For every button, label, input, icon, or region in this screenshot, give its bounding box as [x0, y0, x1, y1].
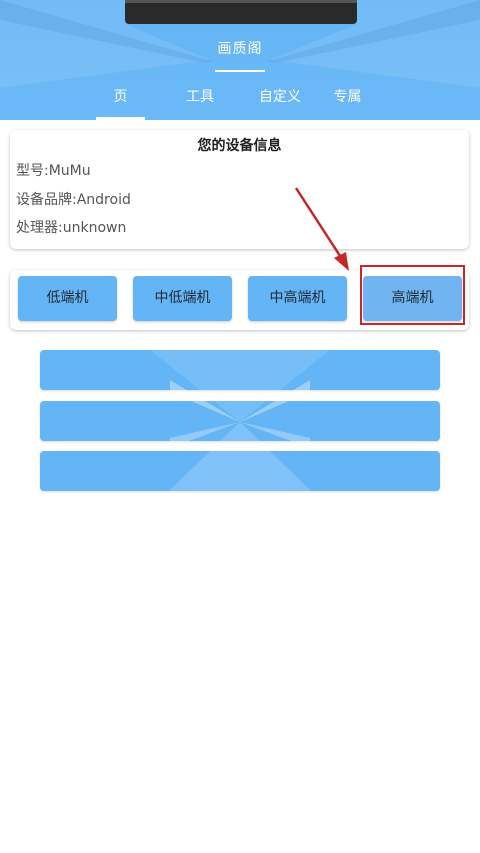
- notch-edge: [125, 0, 357, 3]
- device-processor: 处理器:unknown: [16, 220, 127, 236]
- mid-high-end-button[interactable]: 中高端机: [248, 276, 347, 321]
- tab-bar: 页 工具 自定义 专属: [0, 87, 480, 120]
- option-button-1[interactable]: [40, 350, 440, 390]
- tab-tools[interactable]: 工具: [180, 87, 220, 120]
- app-title: 画质阁: [217, 41, 263, 57]
- title-underline: [215, 70, 265, 72]
- highlight-box: [360, 265, 465, 325]
- device-info-title: 您的设备信息: [197, 138, 282, 154]
- option-button-2[interactable]: [40, 401, 440, 441]
- app-header: 画质阁 页 工具 自定义 专属: [0, 0, 480, 120]
- camera-notch: [125, 0, 357, 24]
- device-model: 型号:MuMu: [16, 163, 91, 179]
- tab-exclusive[interactable]: 专属: [330, 87, 365, 120]
- mid-low-end-button[interactable]: 中低端机: [133, 276, 232, 321]
- device-info-panel: 您的设备信息 型号:MuMu 设备品牌:Android 处理器:unknown: [10, 130, 469, 249]
- tab-custom[interactable]: 自定义: [255, 87, 305, 120]
- device-brand: 设备品牌:Android: [16, 192, 131, 208]
- option-button-3[interactable]: [40, 451, 440, 491]
- low-end-button[interactable]: 低端机: [18, 276, 117, 321]
- tab-home[interactable]: 页: [96, 87, 145, 120]
